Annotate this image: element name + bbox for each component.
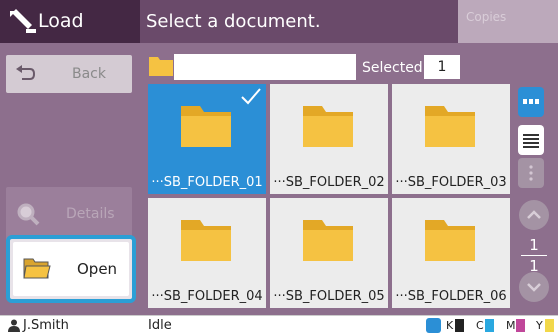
chevron-down-icon xyxy=(527,283,541,292)
load-header: Load xyxy=(0,0,140,43)
ink-k: K xyxy=(446,316,464,334)
load-title: Load xyxy=(38,10,84,32)
status-bar: J.Smith Idle K C M Y xyxy=(0,315,558,334)
user-name: J.Smith xyxy=(23,318,69,333)
back-label: Back xyxy=(72,66,106,82)
ink-c: C xyxy=(476,316,494,334)
list-view-icon xyxy=(523,134,539,148)
folder-tile[interactable]: ···SB_FOLDER_05 xyxy=(270,198,388,308)
page-indicator: 1 1 xyxy=(517,236,551,275)
back-button[interactable]: Back xyxy=(6,55,132,93)
checkmark-icon xyxy=(241,88,261,105)
folder-name: ···SB_FOLDER_02 xyxy=(273,175,385,190)
open-label: Open xyxy=(77,260,118,278)
ink-m-bar xyxy=(516,319,525,332)
back-arrow-icon xyxy=(16,65,36,80)
scroll-up-button[interactable] xyxy=(519,200,549,230)
chevron-up-icon xyxy=(527,210,541,219)
folder-icon xyxy=(303,220,353,261)
ink-c-bar xyxy=(485,319,494,332)
folder-name: ···SB_FOLDER_01 xyxy=(151,175,263,190)
folder-icon xyxy=(181,220,231,261)
details-button[interactable]: Details xyxy=(6,187,132,241)
folder-name: ···SB_FOLDER_04 xyxy=(151,289,263,304)
thumbnail-view-icon xyxy=(523,99,539,104)
ink-y: Y xyxy=(536,316,554,334)
folder-tile[interactable]: ···SB_FOLDER_06 xyxy=(392,198,510,308)
page-title: Select a document. xyxy=(146,11,321,32)
open-folder-icon xyxy=(23,258,51,279)
folder-icon xyxy=(425,220,475,261)
details-label: Details xyxy=(66,206,115,222)
folder-icon xyxy=(303,106,353,147)
scroll-down-button[interactable] xyxy=(519,272,549,302)
copies-label: Copies xyxy=(466,10,507,24)
user-icon xyxy=(8,319,20,332)
folder-icon xyxy=(425,106,475,147)
folder-icon xyxy=(181,106,231,147)
ink-y-label: Y xyxy=(536,319,543,332)
list-view-button[interactable] xyxy=(518,125,544,155)
path-field xyxy=(174,54,356,80)
open-button-face: Open xyxy=(13,242,129,296)
more-icon xyxy=(529,165,533,181)
load-icon xyxy=(10,9,36,33)
folder-tile[interactable]: ···SB_FOLDER_01 xyxy=(148,84,266,194)
selected-label: Selected xyxy=(362,60,423,76)
folder-name: ···SB_FOLDER_03 xyxy=(395,175,507,190)
folder-tile[interactable]: ···SB_FOLDER_04 xyxy=(148,198,266,308)
sidebar: Back Details Open xyxy=(0,43,140,315)
folder-name: ···SB_FOLDER_06 xyxy=(395,289,507,304)
folder-tile[interactable]: ···SB_FOLDER_03 xyxy=(392,84,510,194)
folder-tile[interactable]: ···SB_FOLDER_02 xyxy=(270,84,388,194)
open-button[interactable]: Open xyxy=(6,235,136,303)
more-button[interactable] xyxy=(518,158,544,188)
page-divider xyxy=(521,255,547,256)
selected-count: 1 xyxy=(424,55,460,79)
folder-icon xyxy=(149,57,173,76)
machine-status: Idle xyxy=(148,318,172,333)
ink-m-label: M xyxy=(506,319,516,332)
thumbnail-view-button[interactable] xyxy=(518,87,544,117)
magnifier-icon xyxy=(17,203,40,226)
ink-c-label: C xyxy=(476,319,484,332)
ink-k-label: K xyxy=(446,319,454,332)
folder-name: ···SB_FOLDER_05 xyxy=(273,289,385,304)
ink-k-bar xyxy=(455,319,464,332)
page-current: 1 xyxy=(529,236,539,254)
path-bar: Selected 1 xyxy=(148,54,462,80)
ink-y-bar xyxy=(545,319,554,332)
ink-status-icon xyxy=(426,318,441,333)
ink-m: M xyxy=(506,316,525,334)
